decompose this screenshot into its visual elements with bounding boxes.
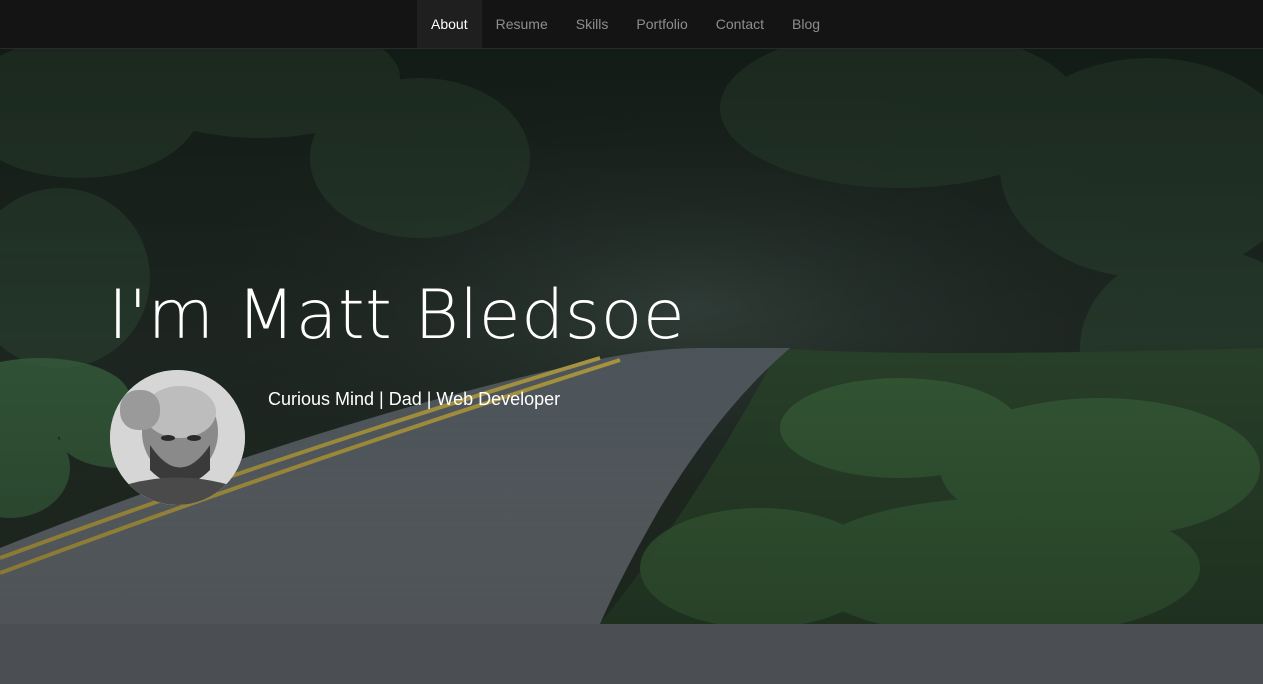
hero-title: I'm Matt Bledsoe: [108, 276, 686, 355]
top-navbar: About Resume Skills Portfolio Contact Bl…: [0, 0, 1263, 49]
hero-banner: I'm Matt Bledsoe Curious Mind | Dad | We…: [0, 48, 1263, 624]
nav-item-portfolio[interactable]: Portfolio: [622, 0, 701, 48]
nav-item-skills[interactable]: Skills: [562, 0, 623, 48]
hero-tagline: Curious Mind | Dad | Web Developer: [268, 389, 561, 409]
nav-item-blog[interactable]: Blog: [778, 0, 834, 48]
nav-item-contact[interactable]: Contact: [702, 0, 778, 48]
nav-menu: About Resume Skills Portfolio Contact Bl…: [417, 0, 834, 48]
nav-item-about[interactable]: About: [417, 0, 482, 48]
avatar: [110, 370, 245, 505]
page: About Resume Skills Portfolio Contact Bl…: [0, 0, 1263, 684]
about-section: [0, 624, 1263, 684]
profile-photo-icon: [110, 370, 245, 505]
nav-item-resume[interactable]: Resume: [482, 0, 562, 48]
